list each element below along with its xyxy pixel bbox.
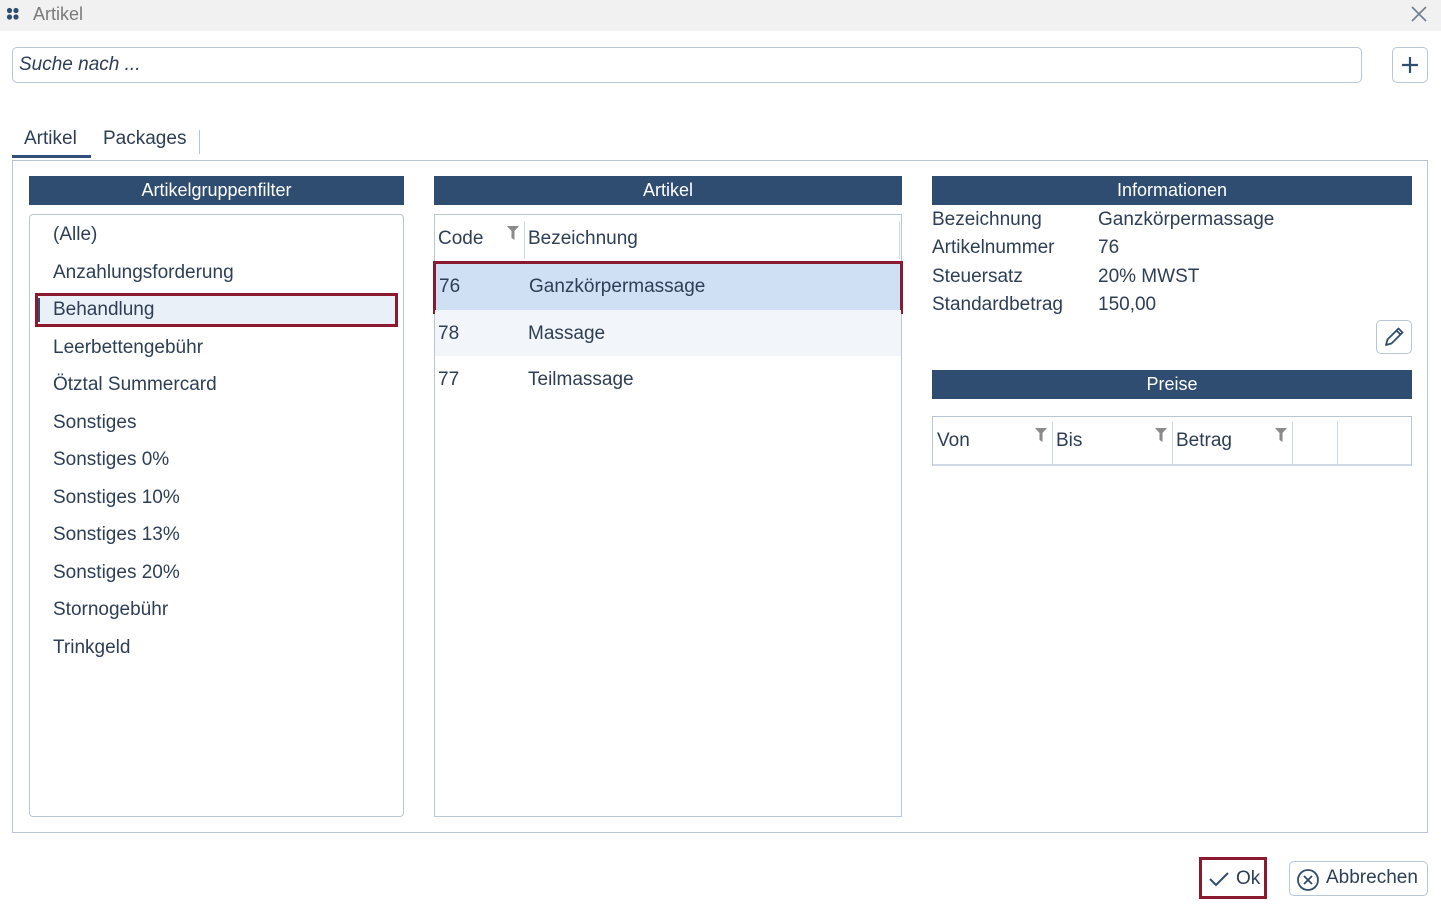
ok-button-label: Ok [1236, 868, 1261, 889]
filter-icon[interactable] [1035, 428, 1047, 442]
group-item-oetztal-summercard[interactable]: Ötztal Summercard [35, 368, 398, 402]
group-item-behandlung[interactable]: Behandlung [35, 293, 398, 327]
column-header-betrag[interactable]: Betrag [1176, 417, 1291, 465]
edit-button[interactable] [1376, 320, 1412, 354]
info-value-artikelnummer: 76 [1098, 237, 1120, 258]
column-header-bezeichnung[interactable]: Bezeichnung [528, 215, 898, 261]
artikel-row-77[interactable]: 77 Teilmassage [435, 356, 901, 402]
column-header-bis-label: Bis [1056, 430, 1083, 451]
group-item-sonstiges[interactable]: Sonstiges [35, 406, 398, 440]
cancel-circle-icon [1297, 869, 1319, 891]
search-input[interactable] [12, 47, 1362, 83]
info-value-bezeichnung: Ganzkörpermassage [1098, 209, 1275, 230]
group-item-sonstiges-20[interactable]: Sonstiges 20% [35, 556, 398, 590]
window-title: Artikel [33, 4, 84, 24]
group-item-stornogebuehr[interactable]: Stornogebühr [35, 593, 398, 627]
info-header: Informationen [932, 176, 1412, 205]
column-header-bezeichnung-label: Bezeichnung [528, 228, 638, 249]
column-divider [1292, 421, 1293, 465]
artikel-name: Teilmassage [528, 369, 634, 390]
check-icon [1209, 872, 1229, 887]
artikel-name: Massage [528, 323, 606, 344]
column-divider [1337, 421, 1338, 465]
filter-icon[interactable] [1275, 428, 1287, 442]
group-item-anzahlungsforderung[interactable]: Anzahlungsforderung [35, 256, 398, 290]
group-item-alle[interactable]: (Alle) [35, 218, 398, 252]
info-label-standardbetrag: Standardbetrag [932, 294, 1063, 315]
prices-table: Von Bis Betrag [932, 416, 1412, 466]
filter-icon[interactable] [507, 226, 519, 240]
info-label-bezeichnung: Bezeichnung [932, 209, 1042, 230]
info-label-steuersatz: Steuersatz [932, 266, 1023, 287]
column-header-bis[interactable]: Bis [1056, 417, 1171, 465]
column-header-von-label: Von [937, 430, 970, 451]
column-divider [524, 221, 525, 259]
group-item-sonstiges-0[interactable]: Sonstiges 0% [35, 443, 398, 477]
tab-divider [199, 130, 200, 154]
cancel-button-label: Abbrechen [1326, 867, 1418, 888]
groups-list[interactable]: (Alle) Anzahlungsforderung Behandlung Le… [29, 214, 404, 817]
tab-artikel[interactable]: Artikel [12, 128, 91, 158]
group-item-sonstiges-10[interactable]: Sonstiges 10% [35, 481, 398, 515]
artikel-code: 78 [438, 323, 460, 344]
group-item-leerbettengebuehr[interactable]: Leerbettengebühr [35, 331, 398, 365]
add-button[interactable] [1392, 47, 1428, 83]
plus-icon [1402, 57, 1418, 73]
groups-header: Artikelgruppenfilter [29, 176, 404, 205]
tab-artikel-label: Artikel [24, 128, 77, 149]
cancel-button[interactable]: Abbrechen [1289, 861, 1428, 896]
title-bar: Artikel [0, 0, 1441, 31]
artikel-header: Artikel [434, 176, 902, 205]
artikel-row-76[interactable]: 76 Ganzkörpermassage [433, 261, 903, 314]
prices-header: Preise [932, 370, 1412, 399]
filter-icon[interactable] [1155, 428, 1167, 442]
artikel-code: 76 [439, 276, 461, 297]
info-value-steuersatz: 20% MWST [1098, 266, 1200, 287]
column-divider [1172, 421, 1173, 465]
tab-packages[interactable]: Packages [103, 128, 203, 158]
ok-button[interactable]: Ok [1199, 857, 1267, 899]
tab-packages-label: Packages [103, 128, 187, 149]
column-header-code-label: Code [438, 228, 484, 249]
artikel-table: Code Bezeichnung 76 Ganzkörpermassage 78… [433, 214, 903, 817]
info-label-artikelnummer: Artikelnummer [932, 237, 1055, 258]
group-item-sonstiges-13[interactable]: Sonstiges 13% [35, 518, 398, 552]
group-item-trinkgeld[interactable]: Trinkgeld [35, 631, 398, 665]
app-icon [6, 7, 19, 20]
column-divider [1052, 421, 1053, 465]
artikel-code: 77 [438, 369, 460, 390]
close-icon[interactable] [1406, 3, 1432, 27]
pencil-icon [1385, 327, 1404, 346]
column-header-betrag-label: Betrag [1176, 430, 1232, 451]
info-value-standardbetrag: 150,00 [1098, 294, 1157, 315]
column-divider [899, 221, 900, 259]
artikel-row-78[interactable]: 78 Massage [435, 310, 901, 356]
artikel-name: Ganzkörpermassage [529, 276, 706, 297]
